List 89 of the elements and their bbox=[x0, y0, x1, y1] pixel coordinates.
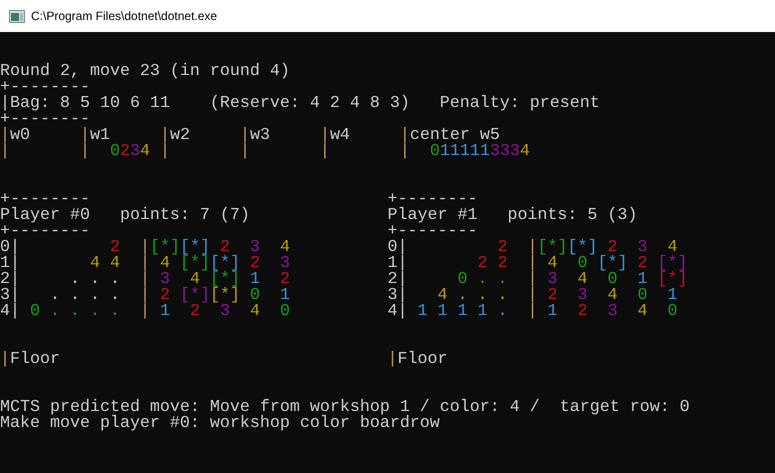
console-text: 4 bbox=[140, 142, 150, 161]
console-text: 0 bbox=[250, 286, 260, 305]
console-text: w0 bbox=[10, 126, 30, 145]
console-text: Player #0 points: 7 (7) bbox=[0, 206, 250, 225]
console-text: 0 bbox=[430, 142, 440, 161]
console-text: 3 bbox=[607, 302, 618, 321]
console-text: 3 bbox=[577, 286, 588, 305]
console-text: 2 2 bbox=[477, 254, 508, 273]
console-text: 2 bbox=[577, 302, 588, 321]
console-text: |Bag: 8 5 10 6 11 (Reserve: 4 2 4 8 3) Penalty: present bbox=[0, 94, 600, 113]
console-text: 4| bbox=[0, 302, 20, 321]
console-text: 1 bbox=[547, 302, 558, 321]
console-text: 0 . . . . bbox=[30, 302, 120, 321]
console-text: 2 bbox=[250, 254, 260, 273]
console-text: 1 1 1 1 . bbox=[418, 302, 508, 321]
console-text: center w5 bbox=[410, 126, 500, 145]
console-text: 1 bbox=[280, 286, 290, 305]
console-text: | bbox=[80, 142, 90, 161]
console-text: | bbox=[388, 350, 398, 369]
console-text: [*] bbox=[210, 286, 240, 305]
console-text: [*] bbox=[180, 286, 210, 305]
console-text: 4 bbox=[607, 286, 618, 305]
console-text: | bbox=[320, 126, 330, 145]
console-text: 3 bbox=[250, 238, 260, 257]
console-text: 2 bbox=[190, 302, 200, 321]
console-text: | bbox=[320, 142, 330, 161]
console-text: Player #1 points: 5 (3) bbox=[388, 206, 638, 225]
console-text: 1 bbox=[250, 270, 260, 289]
console-text: 2 bbox=[497, 238, 508, 257]
console-text: | bbox=[160, 142, 170, 161]
console-text: 4 4 bbox=[90, 254, 120, 273]
console-text: 2 bbox=[120, 142, 130, 161]
console-text: 0 bbox=[667, 302, 678, 321]
console-text: 1 bbox=[637, 270, 648, 289]
console-text: w4 bbox=[330, 126, 350, 145]
console-text: 4| bbox=[388, 302, 408, 321]
console-text: w2 bbox=[170, 126, 190, 145]
console-text: 3 bbox=[547, 270, 558, 289]
console-text: 0 . . bbox=[457, 270, 508, 289]
console-text: [*] bbox=[597, 254, 628, 273]
console-text: | bbox=[240, 142, 250, 161]
console-text: Round 2, move 23 (in round 4) bbox=[0, 62, 290, 81]
console-text: w3 bbox=[250, 126, 270, 145]
console-text: 1 bbox=[160, 302, 170, 321]
console-text: 2 bbox=[280, 270, 290, 289]
console-text: | bbox=[400, 126, 410, 145]
window-title: C:\Program Files\dotnet\dotnet.exe bbox=[31, 8, 218, 25]
console-text: 2 bbox=[160, 286, 170, 305]
console-text: 3 bbox=[160, 270, 170, 289]
console-text: 3 bbox=[637, 238, 648, 257]
console-text: 0 bbox=[637, 286, 648, 305]
console-text: [*] bbox=[657, 270, 688, 289]
console-text: 11111 bbox=[440, 142, 490, 161]
console-text: | bbox=[140, 302, 150, 321]
console-text: . . . . bbox=[50, 286, 120, 305]
console-text: [*] bbox=[150, 238, 180, 257]
console-text: 2 bbox=[547, 286, 558, 305]
console-text: | bbox=[0, 350, 10, 369]
console-text: 0 bbox=[577, 254, 588, 273]
console-text: [*] bbox=[567, 238, 598, 257]
console-text: | bbox=[527, 302, 538, 321]
console-text: 2 bbox=[110, 238, 120, 257]
console-text: 4 . . . bbox=[438, 286, 508, 305]
console-text: 4 bbox=[577, 270, 588, 289]
console-text: 1 bbox=[667, 286, 678, 305]
console-text: 4 bbox=[250, 302, 260, 321]
console-text: Floor bbox=[10, 350, 60, 369]
console-text: 3 bbox=[220, 302, 230, 321]
console-text: 0 bbox=[607, 270, 618, 289]
console-text: 4 bbox=[520, 142, 530, 161]
console-text: 4 bbox=[637, 302, 648, 321]
console-text: 3 bbox=[280, 254, 290, 273]
console-text: 0 bbox=[110, 142, 120, 161]
console-text: 3 bbox=[130, 142, 140, 161]
console-text: [*] bbox=[180, 254, 210, 273]
console-text: . . . bbox=[70, 270, 120, 289]
console-text: 2 bbox=[637, 254, 648, 273]
console-icon bbox=[9, 10, 25, 22]
console-text: 4 bbox=[547, 254, 558, 273]
console-text: | bbox=[400, 142, 410, 161]
console-text: 4 bbox=[160, 254, 170, 273]
console-text: [*] bbox=[537, 238, 568, 257]
console-text: Floor bbox=[398, 350, 448, 369]
console-text: | bbox=[0, 142, 10, 161]
console-text: w1 bbox=[90, 126, 110, 145]
console-text: 4 bbox=[280, 238, 290, 257]
console-text: Make move player #0: workshop color boardrow bbox=[0, 414, 440, 433]
console-text: 333 bbox=[490, 142, 520, 161]
console-text: 0 bbox=[280, 302, 290, 321]
